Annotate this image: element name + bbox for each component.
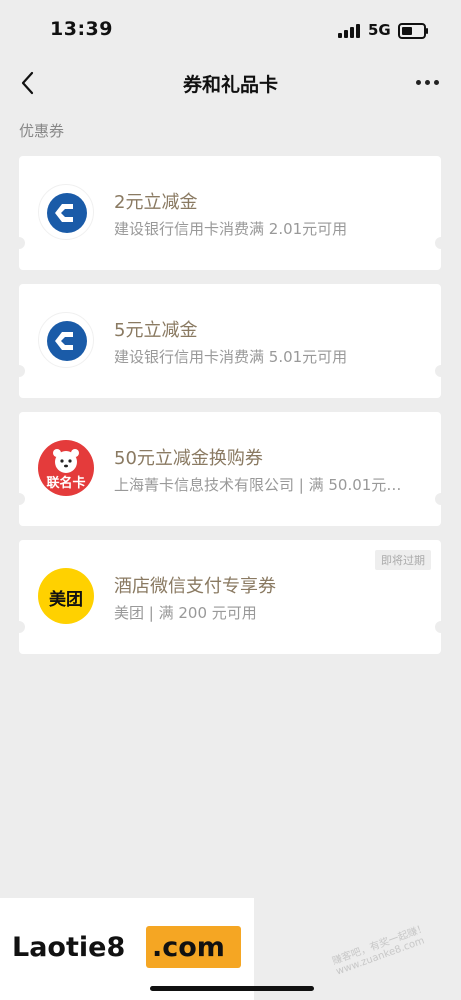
coupon-desc: 上海菁卡信息技术有限公司 | 满 50.01元可用 — [114, 476, 414, 494]
watermark-com-text: .com — [152, 932, 225, 963]
coupon-desc: 建设银行信用卡消费满 2.01元可用 — [114, 220, 348, 238]
coupon-title: 2元立减金 — [114, 192, 198, 213]
expiry-badge: 即将过期 — [375, 550, 431, 570]
status-time: 13:39 — [50, 18, 113, 40]
section-label: 优惠券 — [19, 122, 65, 140]
lianmingka-logo-icon: 联名卡 — [38, 440, 94, 496]
coupon-card[interactable]: 2元立减金 建设银行信用卡消费满 2.01元可用 — [13, 156, 447, 270]
coupon-card[interactable]: 5元立减金 建设银行信用卡消费满 5.01元可用 — [13, 284, 447, 398]
ccb-logo-icon — [38, 312, 94, 368]
signal-icon — [338, 24, 360, 38]
coupon-card[interactable]: 联名卡 50元立减金换购券 上海菁卡信息技术有限公司 | 满 50.01元可用 — [13, 412, 447, 526]
home-indicator[interactable] — [150, 986, 314, 991]
coupon-title: 5元立减金 — [114, 320, 198, 341]
more-button[interactable] — [410, 70, 446, 94]
battery-cap — [426, 28, 428, 34]
network-type: 5G — [368, 21, 391, 39]
meituan-logo-icon: 美团 — [38, 568, 94, 624]
watermark-text: Laotie8 — [12, 932, 126, 963]
lianmingka-logo-text: 联名卡 — [46, 476, 86, 491]
coupon-card[interactable]: 即将过期 美团 酒店微信支付专享券 美团 | 满 200 元可用 — [13, 540, 447, 654]
meituan-logo-text: 美团 — [49, 590, 83, 610]
ccb-logo-icon — [38, 184, 94, 240]
coupon-desc: 美团 | 满 200 元可用 — [114, 604, 257, 622]
coupon-desc: 建设银行信用卡消费满 5.01元可用 — [114, 348, 348, 366]
coupon-title: 50元立减金换购券 — [114, 448, 263, 469]
battery-icon — [398, 23, 426, 39]
more-dots-icon — [416, 80, 421, 85]
status-bar: 13:39 5G — [0, 0, 461, 60]
coupon-title: 酒店微信支付专享券 — [114, 576, 276, 597]
page-title: 券和礼品卡 — [182, 74, 278, 96]
watermark-faint-text: 赚客吧，有奖一起赚！ www.zuanke8.com — [330, 922, 429, 978]
nav-bar: 券和礼品卡 — [0, 60, 461, 104]
